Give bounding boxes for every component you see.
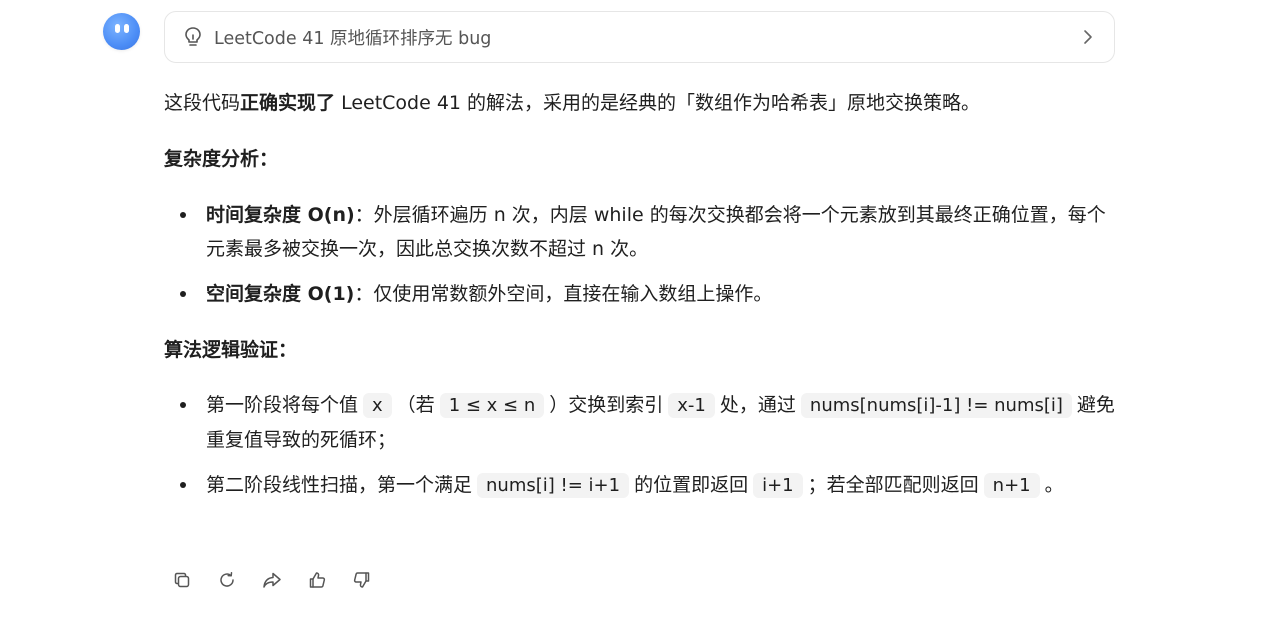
inline-code: x-1 bbox=[668, 393, 715, 418]
list-item: 第二阶段线性扫描，第一个满足 nums[i] != i+1 的位置即返回 i+1 ；若全… bbox=[164, 468, 1124, 503]
lightbulb-icon bbox=[182, 26, 204, 48]
logic-list: 第一阶段将每个值 x （若 1 ≤ x ≤ n ）交换到索引 x-1 处，通过 nums[nu… bbox=[164, 388, 1124, 514]
text: 。 bbox=[1044, 474, 1064, 496]
share-icon[interactable] bbox=[261, 569, 283, 591]
complexity-list: 时间复杂度 O(n)：外层循环遍历 n 次，内层 while 的每次交换都会将一… bbox=[164, 198, 1124, 322]
intro-paragraph: 这段代码正确实现了 LeetCode 41 的解法，采用的是经典的「数组作为哈希… bbox=[164, 86, 980, 120]
thought-panel[interactable]: LeetCode 41 原地循环排序无 bug bbox=[164, 11, 1115, 63]
text: 第一阶段将每个值 bbox=[206, 394, 359, 416]
bullet bbox=[180, 291, 186, 297]
inline-code: 1 ≤ x ≤ n bbox=[439, 393, 545, 418]
bullet bbox=[180, 482, 186, 488]
item-label: 时间复杂度 O(n) bbox=[206, 204, 355, 226]
avatar-eye-left bbox=[115, 24, 120, 33]
text: 第二阶段线性扫描，第一个满足 bbox=[206, 474, 473, 496]
thought-panel-title: LeetCode 41 原地循环排序无 bug bbox=[214, 28, 492, 49]
intro-bold: 正确实现了 bbox=[240, 92, 336, 114]
intro-text-2: LeetCode 41 的解法，采用的是经典的「数组作为哈希表」原地交换策略。 bbox=[335, 92, 981, 114]
copy-icon[interactable] bbox=[171, 569, 193, 591]
text: 处，通过 bbox=[719, 394, 796, 416]
item-text: ：仅使用常数额外空间，直接在输入数组上操作。 bbox=[354, 283, 773, 305]
thumbs-up-icon[interactable] bbox=[306, 569, 328, 591]
message-actions bbox=[171, 569, 396, 591]
text: ）交换到索引 bbox=[549, 394, 664, 416]
item-label: 空间复杂度 O(1) bbox=[206, 283, 355, 305]
text: （若 bbox=[396, 394, 435, 416]
inline-code: nums[nums[i]-1] != nums[i] bbox=[800, 393, 1072, 418]
intro-text-1: 这段代码 bbox=[164, 92, 241, 114]
complexity-heading: 复杂度分析： bbox=[164, 148, 279, 170]
avatar-eye-right bbox=[124, 24, 129, 33]
chevron-right-icon bbox=[1078, 28, 1096, 46]
list-item: 空间复杂度 O(1)：仅使用常数额外空间，直接在输入数组上操作。 bbox=[164, 277, 1124, 311]
text: 的位置即返回 bbox=[634, 474, 749, 496]
thumbs-down-icon[interactable] bbox=[351, 569, 373, 591]
inline-code: i+1 bbox=[753, 473, 803, 498]
regenerate-icon[interactable] bbox=[216, 569, 238, 591]
list-item: 时间复杂度 O(n)：外层循环遍历 n 次，内层 while 的每次交换都会将一… bbox=[164, 198, 1124, 266]
text: ；若全部匹配则返回 bbox=[807, 474, 979, 496]
bullet bbox=[180, 212, 186, 218]
assistant-avatar bbox=[103, 13, 140, 50]
bullet bbox=[180, 402, 186, 408]
inline-code: nums[i] != i+1 bbox=[477, 473, 630, 498]
inline-code: x bbox=[363, 393, 392, 418]
inline-code: n+1 bbox=[983, 473, 1040, 498]
logic-heading: 算法逻辑验证： bbox=[164, 339, 298, 361]
list-item: 第一阶段将每个值 x （若 1 ≤ x ≤ n ）交换到索引 x-1 处，通过 nums[nu… bbox=[164, 388, 1124, 457]
